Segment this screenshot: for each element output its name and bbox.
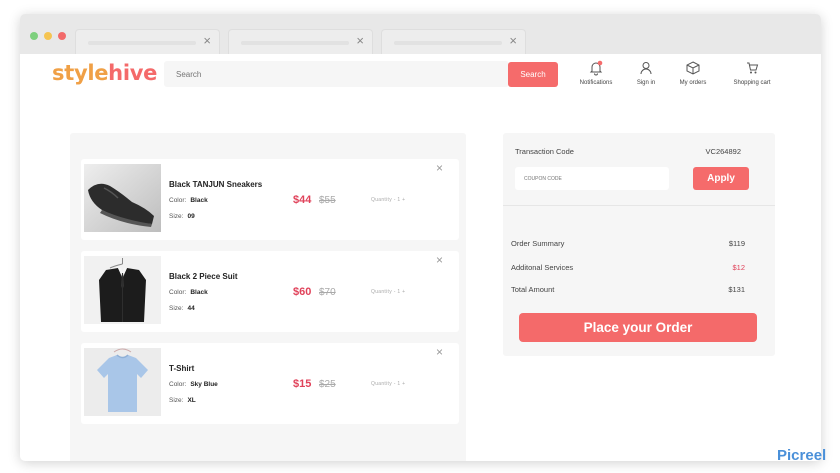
product-price: $60 [293, 286, 312, 298]
color-value: Black [190, 197, 208, 204]
product-name[interactable]: T-Shirt [169, 364, 194, 373]
tab-close-icon[interactable]: × [203, 33, 211, 49]
order-summary-value: $119 [728, 239, 745, 248]
tab-title-placeholder [394, 41, 502, 45]
cart-items-panel: Black TANJUN Sneakers Color: Black Size: 0… [70, 133, 466, 461]
nav-sign-in[interactable]: Sign in [632, 60, 660, 86]
size-label: Size: [169, 213, 184, 220]
quantity-stepper[interactable]: Quantity - 1 + [371, 381, 405, 387]
product-size: Size: 44 [169, 305, 195, 312]
additional-services-label: Additonal Services [511, 263, 574, 272]
remove-item-icon[interactable]: × [436, 161, 443, 175]
browser-tab-2[interactable]: × [228, 29, 373, 54]
size-label: Size: [169, 397, 184, 404]
product-price: $44 [293, 194, 312, 206]
order-summary-label: Order Summary [511, 239, 565, 248]
cart-icon [747, 62, 759, 74]
product-image-suit[interactable] [84, 256, 161, 324]
product-name[interactable]: Black 2 Piece Suit [169, 272, 237, 281]
transaction-code-label: Transaction Code [515, 147, 574, 156]
size-value: 09 [187, 213, 195, 220]
remove-item-icon[interactable]: × [436, 253, 443, 267]
brand-logo[interactable]: stylehive [52, 61, 157, 85]
browser-tab-3[interactable]: × [381, 29, 526, 54]
size-value: XL [187, 397, 196, 404]
color-label: Color: [169, 197, 187, 204]
product-old-price: $55 [319, 195, 336, 206]
coupon-code-input[interactable] [515, 167, 669, 190]
product-price: $15 [293, 378, 312, 390]
product-old-price: $70 [319, 287, 336, 298]
nav-label: Notifications [579, 80, 613, 86]
color-label: Color: [169, 289, 187, 296]
nav-label: My orders [679, 80, 707, 86]
cart-item: Black 2 Piece Suit Color: Black Size: 44 $… [81, 251, 459, 332]
tab-close-icon[interactable]: × [509, 33, 517, 49]
product-color: Color: Black [169, 197, 208, 204]
color-value: Black [190, 289, 208, 296]
picreel-watermark: Picreel [777, 447, 827, 464]
total-amount-label: Total Amount [511, 285, 555, 294]
product-name[interactable]: Black TANJUN Sneakers [169, 180, 262, 189]
product-color: Color: Sky Blue [169, 381, 218, 388]
window-maximize-dot[interactable] [30, 32, 38, 40]
color-value: Sky Blue [190, 381, 218, 388]
nav-label: Shopping cart [733, 80, 771, 86]
additional-services-value: $12 [732, 263, 745, 272]
logo-text-style: style [52, 61, 109, 85]
product-image-sneakers[interactable] [84, 164, 161, 232]
nav-my-orders[interactable]: My orders [675, 60, 711, 86]
cart-item: Black TANJUN Sneakers Color: Black Size: 0… [81, 159, 459, 240]
search-input[interactable] [164, 61, 509, 87]
box-icon [686, 61, 700, 75]
transaction-code-value: VC264892 [705, 147, 741, 156]
order-summary-panel: Transaction Code VC264892 Apply Order Su… [503, 133, 775, 356]
product-image-tshirt[interactable] [84, 348, 161, 416]
remove-item-icon[interactable]: × [436, 345, 443, 359]
apply-coupon-button[interactable]: Apply [693, 167, 749, 190]
tab-close-icon[interactable]: × [356, 33, 364, 49]
bell-icon [589, 60, 603, 76]
nav-shopping-cart[interactable]: Shopping cart [727, 60, 777, 86]
color-label: Color: [169, 381, 187, 388]
summary-divider [503, 205, 775, 206]
tab-title-placeholder [88, 41, 196, 45]
nav-notifications[interactable]: Notifications [573, 60, 619, 86]
browser-chrome: × × × [20, 14, 821, 54]
size-value: 44 [187, 305, 195, 312]
window-minimize-dot[interactable] [44, 32, 52, 40]
tab-title-placeholder [241, 41, 349, 45]
search-button[interactable]: Search [508, 62, 558, 87]
quantity-stepper[interactable]: Quantity - 1 + [371, 289, 405, 295]
window-close-dot[interactable] [58, 32, 66, 40]
nav-label: Sign in [636, 80, 656, 86]
user-icon [640, 62, 652, 75]
place-order-button[interactable]: Place your Order [519, 313, 757, 342]
browser-window: × × × stylehive Search Notifications Sig… [20, 14, 821, 461]
product-size: Size: XL [169, 397, 196, 404]
browser-tab-1[interactable]: × [75, 29, 220, 54]
product-color: Color: Black [169, 289, 208, 296]
logo-text-hive: hive [108, 61, 158, 85]
product-old-price: $25 [319, 379, 336, 390]
total-amount-value: $131 [728, 285, 745, 294]
product-size: Size: 09 [169, 213, 195, 220]
quantity-stepper[interactable]: Quantity - 1 + [371, 197, 405, 203]
cart-item: T-Shirt Color: Sky Blue Size: XL $15 $25 Q… [81, 343, 459, 424]
size-label: Size: [169, 305, 184, 312]
